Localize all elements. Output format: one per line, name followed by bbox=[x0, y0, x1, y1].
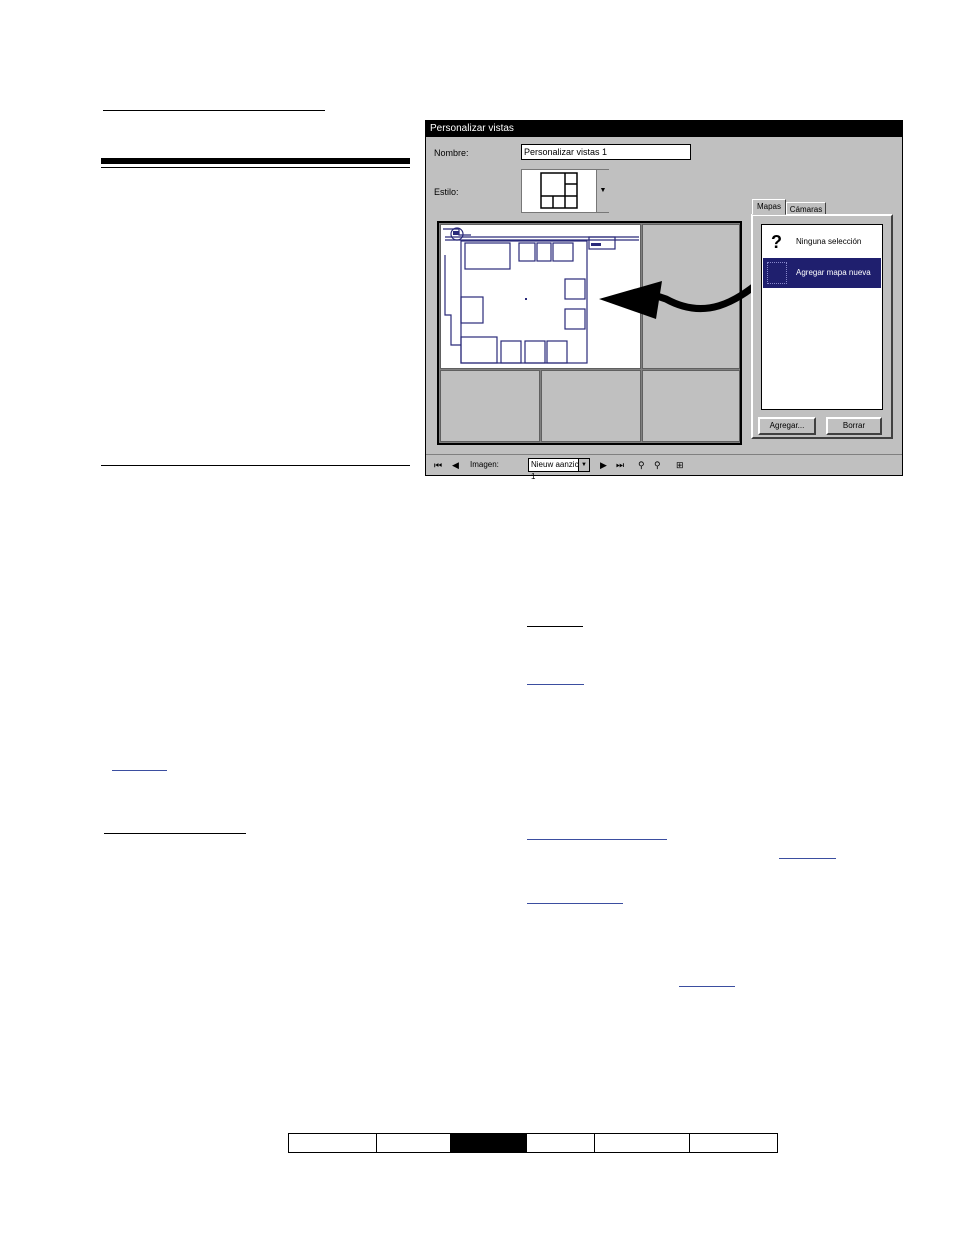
subheading-underline bbox=[104, 833, 246, 834]
list-item-label: Ninguna selección bbox=[796, 237, 862, 246]
figure-rule-bottom bbox=[101, 465, 410, 466]
section-heading-bar bbox=[101, 158, 410, 164]
chevron-down-icon[interactable]: ▼ bbox=[596, 170, 609, 212]
last-view-icon[interactable]: ⏭ bbox=[616, 459, 624, 471]
link-underline[interactable] bbox=[527, 903, 623, 904]
list-item[interactable]: ? Ninguna selección bbox=[763, 227, 881, 257]
link-underline[interactable] bbox=[779, 858, 836, 859]
delete-button[interactable]: Borrar bbox=[826, 417, 882, 435]
link-underline[interactable] bbox=[679, 986, 735, 987]
name-label: Nombre: bbox=[434, 148, 469, 158]
footer-nav-segment[interactable] bbox=[527, 1134, 595, 1152]
next-view-icon[interactable]: ▶ bbox=[600, 459, 607, 471]
drag-arrow-icon bbox=[599, 278, 764, 319]
find-next-icon[interactable]: ⚲ bbox=[654, 459, 661, 471]
link-underline[interactable] bbox=[112, 770, 167, 771]
tab-mapas[interactable]: Mapas bbox=[752, 199, 786, 215]
view-toolbar: ⏮ ◀ Imagen: Nieuw aanzicht 1 ▼ ▶ ⏭ ⚲ ⚲ ⊞ bbox=[426, 454, 902, 481]
footer-nav-segment[interactable] bbox=[690, 1134, 777, 1152]
customize-views-dialog: Personalizar vistas Nombre: Personalizar… bbox=[425, 120, 903, 481]
heading-rule-top bbox=[103, 110, 325, 111]
section-heading-underline bbox=[101, 167, 410, 168]
footer-nav-segment[interactable] bbox=[289, 1134, 377, 1152]
previous-view-icon[interactable]: ◀ bbox=[452, 459, 459, 471]
chevron-down-icon[interactable]: ▼ bbox=[578, 459, 589, 471]
link-underline[interactable] bbox=[527, 684, 584, 685]
find-icon[interactable]: ⚲ bbox=[638, 459, 645, 471]
maps-list: ? Ninguna selección Agregar mapa nueva bbox=[761, 224, 883, 410]
map-icon bbox=[767, 262, 787, 284]
list-item-selected[interactable]: Agregar mapa nueva bbox=[763, 258, 881, 288]
style-label: Estilo: bbox=[434, 187, 459, 197]
footer-nav-segment[interactable] bbox=[595, 1134, 690, 1152]
new-view-icon[interactable]: ⊞ bbox=[676, 459, 684, 471]
link-underline[interactable] bbox=[527, 839, 667, 840]
view-select[interactable]: Nieuw aanzicht 1 ▼ bbox=[528, 458, 590, 481]
footer-navigation bbox=[288, 1133, 778, 1153]
first-view-icon[interactable]: ⏮ bbox=[434, 459, 442, 471]
list-item-label: Agregar mapa nueva bbox=[796, 268, 871, 277]
subheading-underline-right-1 bbox=[527, 626, 583, 627]
view-label: Imagen: bbox=[470, 460, 499, 469]
footer-nav-segment[interactable] bbox=[377, 1134, 451, 1152]
question-icon: ? bbox=[771, 232, 782, 252]
view-pane[interactable] bbox=[541, 370, 641, 442]
name-field[interactable]: Personalizar vistas 1 bbox=[521, 144, 691, 160]
view-pane[interactable] bbox=[642, 370, 740, 442]
view-pane[interactable] bbox=[440, 370, 540, 442]
view-layout-grid bbox=[437, 221, 742, 445]
dialog-title: Personalizar vistas bbox=[426, 121, 902, 137]
add-button[interactable]: Agregar... bbox=[758, 417, 816, 435]
footer-nav-segment-active[interactable] bbox=[451, 1134, 527, 1152]
